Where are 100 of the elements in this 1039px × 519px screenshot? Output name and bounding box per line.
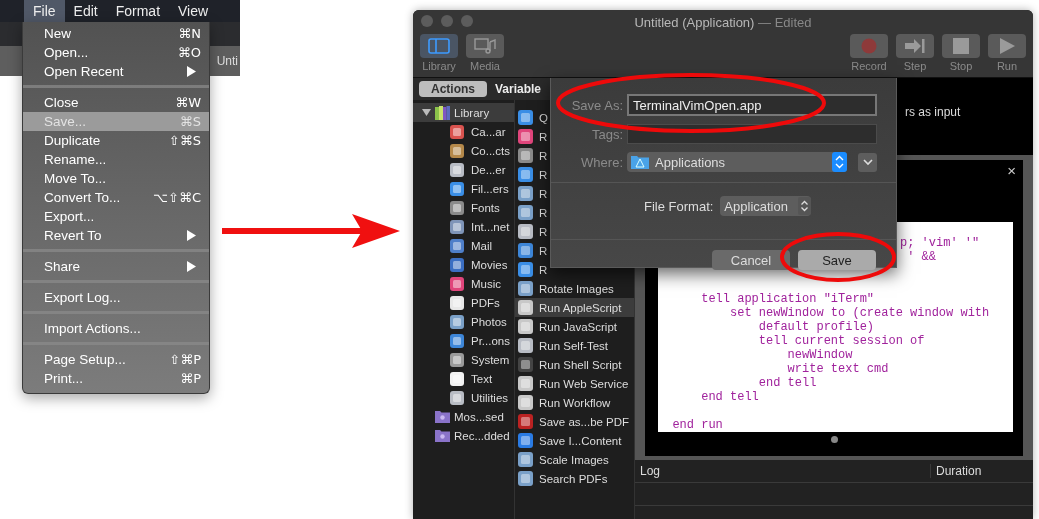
menu-item[interactable]: Export Log...	[23, 288, 209, 307]
pane-tab[interactable]: Actions	[419, 81, 487, 97]
toolbar-button[interactable]	[896, 34, 934, 58]
action-icon	[518, 338, 533, 353]
toolbar-label: Library	[422, 60, 456, 72]
close-button[interactable]: ×	[1000, 160, 1023, 181]
app-icon	[450, 314, 464, 329]
tree-item[interactable]: Library	[413, 103, 514, 122]
dialog-button[interactable]: Save	[798, 250, 876, 270]
location-popup[interactable]: Applications	[627, 152, 847, 172]
tree-item[interactable]: De...er	[413, 160, 514, 179]
action-item[interactable]: Run AppleScript	[515, 298, 634, 317]
tree-item[interactable]: Fil...ers	[413, 179, 514, 198]
tree-item[interactable]: Fonts	[413, 198, 514, 217]
tree-item[interactable]: Photos	[413, 312, 514, 331]
toolbar-label: Run	[996, 60, 1018, 72]
tree-item[interactable]: Pr...ons	[413, 331, 514, 350]
shortcut-label: ⌘O	[177, 44, 201, 62]
toolbar-button[interactable]	[420, 34, 458, 58]
menu-bar-item[interactable]: Format	[106, 0, 170, 22]
action-item[interactable]: Run Workflow	[515, 393, 613, 412]
action-icon	[518, 452, 533, 467]
action-icon	[518, 110, 533, 125]
tree-item[interactable]: Movies	[413, 255, 514, 274]
action-item[interactable]: Save as...be PDF	[515, 412, 632, 431]
action-item[interactable]: R	[515, 222, 550, 241]
action-item[interactable]: Run Self-Test	[515, 336, 611, 355]
menu-item[interactable]: New ⌘N	[23, 24, 209, 43]
menu-item[interactable]: Print... ⌘P	[23, 369, 209, 388]
filename-field[interactable]: TerminalVimOpen.app	[627, 94, 877, 116]
tree-item[interactable]: Rec...dded	[413, 426, 514, 445]
tree-item[interactable]: PDFs	[413, 293, 514, 312]
action-item[interactable]: Scale Images	[515, 450, 611, 469]
action-item[interactable]: Rotate Images	[515, 279, 616, 298]
action-item[interactable]: Run Web Service	[515, 374, 631, 393]
books-icon	[435, 105, 450, 120]
format-popup[interactable]: Application	[720, 196, 811, 216]
action-item[interactable]: R	[515, 165, 550, 184]
shortcut-label: ⌥⇧⌘C	[153, 189, 201, 207]
action-item[interactable]: Save I...Content	[515, 431, 624, 450]
action-item[interactable]: Run Shell Script	[515, 355, 624, 374]
tree-item[interactable]: Music	[413, 274, 514, 293]
shortcut-label: ⌘N	[178, 25, 201, 43]
action-item[interactable]: Q	[515, 108, 550, 127]
menu-item[interactable]: Export...	[23, 207, 209, 226]
menu-bar-item[interactable]: View	[169, 0, 218, 22]
menu-item[interactable]: Convert To... ⌥⇧⌘C	[23, 188, 209, 207]
code-line: end run	[671, 418, 723, 432]
menu-item[interactable]: Import Actions...	[23, 319, 209, 338]
disclosure-triangle-icon[interactable]	[422, 108, 431, 117]
tree-item[interactable]: Text	[413, 369, 514, 388]
menu-item[interactable]: Duplicate ⇧⌘S	[23, 131, 209, 150]
menu-item[interactable]: Open... ⌘O	[23, 43, 209, 62]
action-item[interactable]: R	[515, 260, 550, 279]
toolbar-button[interactable]	[466, 34, 504, 58]
tree-item[interactable]: Mail	[413, 236, 514, 255]
menu-bar-item[interactable]: File	[24, 0, 65, 22]
tree-item[interactable]: Int...net	[413, 217, 514, 236]
action-item[interactable]: R	[515, 203, 550, 222]
tree-item[interactable]: Utilities	[413, 388, 514, 407]
action-icon	[518, 205, 533, 220]
action-item[interactable]: R	[515, 184, 550, 203]
tree-item[interactable]: Mos...sed	[413, 407, 514, 426]
menu-item[interactable]: Share	[23, 257, 209, 276]
window-button[interactable]	[461, 15, 473, 27]
resize-handle[interactable]	[830, 436, 838, 443]
action-item[interactable]: Run JavaScript	[515, 317, 619, 336]
expand-button[interactable]	[858, 152, 877, 172]
tree-item[interactable]: System	[413, 350, 514, 369]
menu-item[interactable]: Open Recent	[23, 62, 209, 81]
pane-tab[interactable]: Variable	[491, 81, 546, 97]
menu-item[interactable]: Move To...	[23, 169, 209, 188]
menu-bar-item[interactable]: Edit	[64, 0, 107, 22]
action-item[interactable]: Search PDFs	[515, 469, 610, 488]
action-icon	[518, 243, 533, 258]
action-item[interactable]: R	[515, 241, 550, 260]
toolbar-label: Step	[903, 60, 927, 72]
code-line: newWindow	[786, 348, 853, 362]
tree-item[interactable]: Co...cts	[413, 141, 514, 160]
window-button[interactable]	[441, 15, 453, 27]
menu-item[interactable]: Rename...	[23, 150, 209, 169]
submenu-arrow-icon	[187, 66, 196, 77]
action-icon	[518, 281, 533, 296]
menu-item[interactable]: Page Setup... ⇧⌘P	[23, 350, 209, 369]
action-icon	[518, 376, 533, 391]
toolbar-button[interactable]	[942, 34, 980, 58]
window-button[interactable]	[421, 15, 433, 27]
menu-item[interactable]: Close ⌘W	[23, 93, 209, 112]
action-item[interactable]: R	[515, 146, 550, 165]
window-title: Unti	[216, 54, 238, 68]
action-item[interactable]: R	[515, 127, 550, 146]
toolbar-button[interactable]	[988, 34, 1026, 58]
dialog-button[interactable]: Cancel	[712, 250, 790, 270]
stepper-icon	[797, 197, 811, 215]
code-line: end tell	[758, 376, 817, 390]
action-icon	[518, 357, 533, 372]
tree-item[interactable]: Ca...ar	[413, 122, 514, 141]
stop-icon	[953, 38, 969, 54]
column-header: Log	[635, 464, 931, 478]
menu-item[interactable]: Revert To	[23, 226, 209, 245]
